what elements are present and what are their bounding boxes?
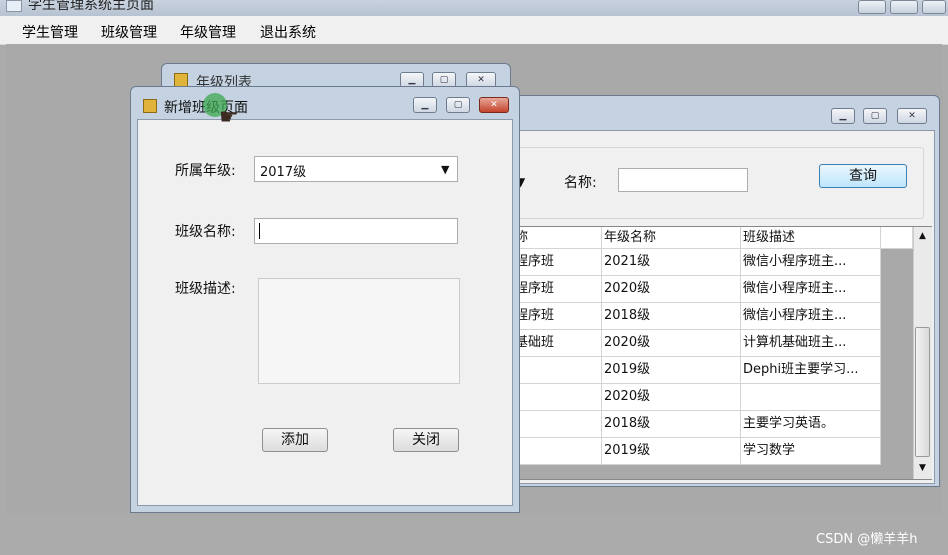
table-cell[interactable]: 2020级 [602, 276, 741, 303]
app-icon [6, 0, 22, 12]
class-desc-textarea[interactable] [258, 278, 460, 384]
chevron-down-icon[interactable]: ▼ [441, 163, 449, 176]
menu-exit[interactable]: 退出系统 [260, 22, 316, 42]
add-button[interactable]: 添加 [262, 428, 328, 452]
name-label: 班级名称: [175, 224, 236, 240]
watermark: CSDN @懒羊羊h [816, 532, 918, 547]
maximize-button[interactable] [890, 0, 918, 14]
table-cell[interactable]: 微信小程序班主... [741, 303, 881, 330]
desc-label: 班级描述: [175, 281, 236, 297]
window-icon [174, 73, 188, 87]
class-list-close-button[interactable]: ✕ [897, 108, 927, 124]
table-cell[interactable]: 学习数学 [741, 438, 881, 465]
grade-select[interactable]: 2017级 ▼ [254, 156, 458, 182]
table-cell[interactable]: 微信小程序班主... [741, 276, 881, 303]
dialog-client: 所属年级: 2017级 ▼ 班级名称: 班级描述: 添加 关闭 [137, 119, 513, 506]
table-cell[interactable]: 2018级 [602, 303, 741, 330]
close-button[interactable] [922, 0, 946, 14]
class-data-grid[interactable]: 级名称 年级名称 班级描述 信小程序班2021级微信小程序班主...信小程序班2… [486, 226, 932, 480]
table-cell[interactable]: 2019级 [602, 357, 741, 384]
vertical-scrollbar[interactable]: ▲ ▼ [913, 227, 932, 479]
scroll-up-icon[interactable]: ▲ [919, 231, 926, 241]
grade-label: 所属年级: [175, 163, 236, 179]
table-cell[interactable]: Dephi班主要学习... [741, 357, 881, 384]
dialog-close-button[interactable]: ✕ [479, 97, 509, 113]
class-list-maximize-button[interactable]: ▢ [863, 108, 887, 124]
class-name-input[interactable] [254, 218, 458, 244]
column-header[interactable]: 班级描述 [741, 227, 881, 249]
table-cell[interactable]: 2020级 [602, 384, 741, 411]
table-cell[interactable]: 2018级 [602, 411, 741, 438]
scrollbar-thumb[interactable] [915, 327, 930, 457]
table-cell[interactable] [741, 384, 881, 411]
class-list-minimize-button[interactable]: ▁ [831, 108, 855, 124]
search-label: 名称: [564, 175, 597, 191]
scroll-down-icon[interactable]: ▼ [919, 463, 926, 473]
class-list-client: ▼ 名称: 查询 级名称 年级名称 班级描述 信小程序班2021级微信小程序班主… [482, 130, 935, 484]
column-header-filler [881, 227, 913, 249]
dialog-maximize-button[interactable]: ▢ [446, 97, 470, 113]
table-cell[interactable]: 主要学习英语。 [741, 411, 881, 438]
main-window-title: 学生管理系统主页面 [28, 0, 154, 13]
dialog-minimize-button[interactable]: ▁ [413, 97, 437, 113]
table-cell[interactable]: 2019级 [602, 438, 741, 465]
text-cursor [259, 223, 260, 239]
hand-cursor-icon: ☛ [219, 105, 239, 130]
table-cell[interactable]: 计算机基础班主... [741, 330, 881, 357]
grade-select-value: 2017级 [260, 165, 307, 180]
table-cell[interactable]: 2020级 [602, 330, 741, 357]
table-cell[interactable]: 微信小程序班主... [741, 249, 881, 276]
menu-grade[interactable]: 年级管理 [180, 22, 236, 42]
table-cell[interactable]: 2021级 [602, 249, 741, 276]
column-header[interactable]: 年级名称 [602, 227, 741, 249]
search-name-input[interactable] [618, 168, 748, 192]
menu-student[interactable]: 学生管理 [22, 22, 78, 42]
minimize-button[interactable] [858, 0, 886, 14]
dialog-icon [143, 99, 157, 113]
close-dialog-button[interactable]: 关闭 [393, 428, 459, 452]
class-list-window[interactable]: ▁ ▢ ✕ ▼ 名称: 查询 级名称 年级名称 班级描述 信小程序班2021级微… [478, 95, 940, 487]
query-button[interactable]: 查询 [819, 164, 907, 188]
menu-class[interactable]: 班级管理 [101, 22, 157, 42]
add-class-dialog[interactable]: 新增班级页面 ▁ ▢ ✕ 所属年级: 2017级 ▼ 班级名称: 班级描述: 添… [130, 86, 520, 513]
